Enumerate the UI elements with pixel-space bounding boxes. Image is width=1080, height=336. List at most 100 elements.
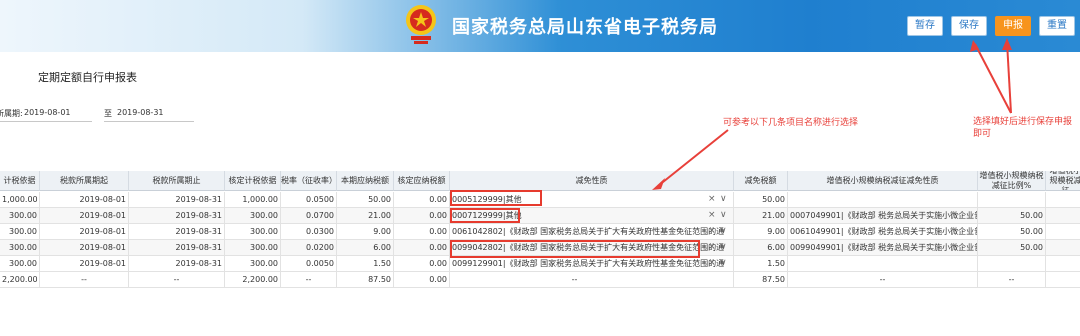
- cell-tax-basis: 300.00: [0, 208, 40, 224]
- save-button[interactable]: 保存: [951, 16, 987, 36]
- highlight-box-1: [450, 190, 542, 206]
- header-period-end: 税款所属期止: [129, 171, 225, 191]
- chevron-down-icon[interactable]: ∨: [720, 258, 727, 268]
- clear-icon[interactable]: ×: [708, 242, 716, 252]
- header-assessed-basis: 核定计税依据: [225, 171, 281, 191]
- cell-tax-payable: 87.50: [337, 272, 394, 288]
- cell-tax-basis: 300.00: [0, 256, 40, 272]
- cell-small-scale-ratio: [978, 192, 1046, 208]
- cell-assessed-basis: 2,200.00: [225, 272, 281, 288]
- cell-small-scale-ratio: 50.00: [978, 240, 1046, 256]
- cell-tax-basis: 300.00: [0, 240, 40, 256]
- cell-tax-basis: 2,200.00: [0, 272, 40, 288]
- cell-exemption-amount: 50.00: [734, 192, 788, 208]
- header-small-scale-reduction: 增值税小规模税减征: [1046, 171, 1080, 191]
- cell-exemption-amount: 1.50: [734, 256, 788, 272]
- save-hint-note: 选择填好后进行保存申报即可: [973, 117, 1073, 139]
- header-period-start: 税款所属期起: [40, 171, 129, 191]
- clear-icon[interactable]: ×: [708, 226, 716, 236]
- cell-tax-rate: 0.0200: [281, 240, 337, 256]
- chevron-down-icon[interactable]: ∨: [720, 194, 727, 204]
- header-exemption-nature: 减免性质: [450, 171, 734, 191]
- cell-exemption-amount: 87.50: [734, 272, 788, 288]
- cell-tax-payable: 9.00: [337, 224, 394, 240]
- header-small-scale-nature: 增值税小规模纳税减征减免性质: [788, 171, 978, 191]
- submit-button[interactable]: 申报: [995, 16, 1031, 36]
- cell-tax-rate: 0.0050: [281, 256, 337, 272]
- cell-small-scale-reduction: [1046, 224, 1080, 240]
- cell-assessed-tax: 0.00: [394, 240, 450, 256]
- cell-exemption-nature: --: [450, 272, 734, 288]
- cell-small-scale-reduction: [1046, 208, 1080, 224]
- cell-period-start: 2019-08-01: [40, 224, 129, 240]
- header-tax-rate: 税率（征收率）: [281, 171, 337, 191]
- cell-assessed-tax: 0.00: [394, 208, 450, 224]
- header-tax-payable: 本期应纳税额: [337, 171, 394, 191]
- chevron-down-icon[interactable]: ∨: [720, 242, 727, 252]
- site-title: 国家税务总局山东省电子税务局: [452, 17, 718, 38]
- cell-small-scale-nature[interactable]: [788, 192, 978, 208]
- period-start-field[interactable]: 2019-08-01: [24, 108, 71, 117]
- cell-period-start: 2019-08-01: [40, 192, 129, 208]
- cell-small-scale-ratio: 50.00: [978, 208, 1046, 224]
- cell-small-scale-ratio: 50.00: [978, 224, 1046, 240]
- header-tax-basis: 计税依据: [0, 171, 40, 191]
- clear-icon[interactable]: ×: [708, 210, 716, 220]
- cell-assessed-tax: 0.00: [394, 256, 450, 272]
- cell-period-start: 2019-08-01: [40, 240, 129, 256]
- cell-tax-payable: 1.50: [337, 256, 394, 272]
- highlight-box-2: [450, 208, 520, 223]
- cell-small-scale-nature: --: [788, 272, 978, 288]
- cell-period-end: 2019-08-31: [129, 208, 225, 224]
- cell-exemption-amount: 21.00: [734, 208, 788, 224]
- cell-tax-rate: 0.0500: [281, 192, 337, 208]
- highlight-box-3: [450, 240, 700, 258]
- draft-button[interactable]: 暂存: [907, 16, 943, 36]
- reset-button[interactable]: 重置: [1039, 16, 1075, 36]
- top-banner: 国家税务总局山东省电子税务局 暂存 保存 申报 重置: [0, 0, 1080, 52]
- cell-assessed-tax: 0.00: [394, 224, 450, 240]
- cell-tax-payable: 50.00: [337, 192, 394, 208]
- cell-period-end: 2019-08-31: [129, 224, 225, 240]
- cell-exemption-amount: 9.00: [734, 224, 788, 240]
- cell-tax-basis: 1,000.00: [0, 192, 40, 208]
- cell-tax-payable: 21.00: [337, 208, 394, 224]
- clear-icon[interactable]: ×: [708, 258, 716, 268]
- cell-period-start: 2019-08-01: [40, 208, 129, 224]
- period-end-field[interactable]: 2019-08-31: [117, 108, 164, 117]
- cell-small-scale-nature[interactable]: 0007049901|《财政部 税务总局关于实施小微企业普惠性: [788, 208, 978, 224]
- chevron-down-icon[interactable]: ∨: [720, 210, 727, 220]
- cell-tax-rate: 0.0300: [281, 224, 337, 240]
- cell-small-scale-ratio: --: [978, 272, 1046, 288]
- cell-tax-payable: 6.00: [337, 240, 394, 256]
- period-start-underline: [0, 121, 92, 122]
- cell-period-start: 2019-08-01: [40, 256, 129, 272]
- select-hint-note: 可参考以下几条项目名称进行选择: [723, 118, 859, 128]
- cell-small-scale-ratio: [978, 256, 1046, 272]
- cell-period-end: --: [129, 272, 225, 288]
- cell-assessed-basis: 300.00: [225, 208, 281, 224]
- cell-tax-rate: 0.0700: [281, 208, 337, 224]
- clear-icon[interactable]: ×: [708, 194, 716, 204]
- cell-period-end: 2019-08-31: [129, 240, 225, 256]
- cell-small-scale-nature[interactable]: 0061049901|《财政部 税务总局关于实施小微企业普惠性: [788, 224, 978, 240]
- cell-tax-basis: 300.00: [0, 224, 40, 240]
- cell-assessed-tax: 0.00: [394, 192, 450, 208]
- chevron-down-icon[interactable]: ∨: [720, 226, 727, 236]
- cell-small-scale-nature[interactable]: 0099049901|《财政部 税务总局关于实施小微企业普惠性: [788, 240, 978, 256]
- header-exemption-amount: 减免税额: [734, 171, 788, 191]
- cell-exemption-nature[interactable]: 0099129901|《财政部 国家税务总局关于扩大有关政府性基金免征范围的通: [450, 256, 734, 272]
- cell-small-scale-reduction: [1046, 192, 1080, 208]
- cell-period-end: 2019-08-31: [129, 192, 225, 208]
- cell-assessed-basis: 1,000.00: [225, 192, 281, 208]
- cell-small-scale-reduction: [1046, 256, 1080, 272]
- cell-assessed-basis: 300.00: [225, 240, 281, 256]
- period-end-label: 至: [104, 109, 112, 118]
- form-title: 定期定额自行申报表: [38, 71, 137, 84]
- cell-small-scale-nature[interactable]: [788, 256, 978, 272]
- cell-exemption-amount: 6.00: [734, 240, 788, 256]
- cell-small-scale-reduction: [1046, 272, 1080, 288]
- cell-assessed-tax: 0.00: [394, 272, 450, 288]
- cell-exemption-nature[interactable]: 0061042802|《财政部 国家税务总局关于扩大有关政府性基金免征范围的通: [450, 224, 734, 240]
- cell-small-scale-reduction: [1046, 240, 1080, 256]
